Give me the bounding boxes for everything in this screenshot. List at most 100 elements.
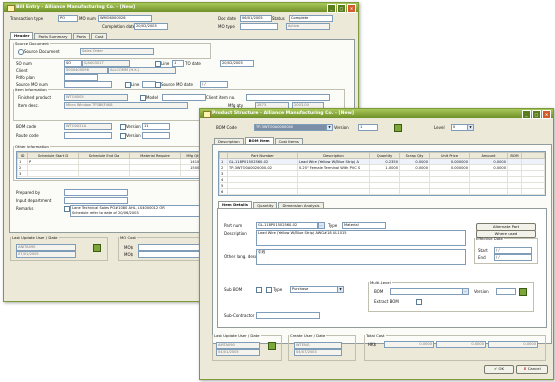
item-desc-field[interactable]: Micro Window TP3BKF4K8	[64, 102, 188, 109]
item-desc-label: Item desc.	[18, 103, 39, 108]
multi-version-field[interactable]	[496, 288, 516, 295]
start-label: Start	[478, 248, 488, 253]
mo-window-titlebar[interactable]: Bill Entry - Alliance Manufacturing Co. …	[4, 3, 358, 13]
to-date-field[interactable]: 20/02/2003	[220, 60, 254, 67]
pdfo-plan-field[interactable]	[64, 74, 98, 81]
so-prefix-field[interactable]: SO	[64, 60, 82, 67]
transaction-type-field[interactable]: PO	[58, 15, 78, 22]
create-date-field[interactable]: 04/07/2003	[294, 349, 342, 356]
table-cell[interactable]	[469, 188, 508, 195]
type-field[interactable]: Material	[342, 222, 386, 229]
refresh-icon[interactable]	[519, 288, 527, 296]
start-date-field[interactable]: / /	[494, 247, 532, 254]
total-cost-field-2[interactable]: 0.0000	[436, 341, 486, 348]
part-num-field[interactable]: GL-118P01502560-02	[256, 222, 318, 229]
chevron-down-icon[interactable]: ▼	[337, 286, 344, 293]
mo-type-field[interactable]	[240, 23, 278, 30]
bom-item-grid[interactable]: Part Number Description Quantity Scrap Q…	[218, 151, 546, 196]
bom-code-field[interactable]: TP-3WTO0A0000000	[254, 124, 328, 131]
remarks-field[interactable]: Lane Technical Sales PO#1080 AHL, LS4000…	[70, 205, 210, 217]
table-cell[interactable]	[27, 170, 79, 177]
total-cost-field-3[interactable]: 0.0000	[488, 341, 538, 348]
table-cell[interactable]	[227, 188, 298, 195]
bom-code-label: BOM code	[16, 124, 37, 129]
remarks-label: Remarks	[16, 206, 34, 211]
ok-button-label: OK	[498, 366, 504, 371]
sub-bom-check[interactable]	[256, 287, 262, 293]
last-update-date-field[interactable]: 04/01/2005	[216, 349, 260, 356]
end-date-field[interactable]: / /	[494, 254, 532, 261]
so-num-field[interactable]: S/A003017	[82, 60, 130, 67]
multi-level-group: Multi-Level	[368, 280, 534, 312]
client-item-field[interactable]	[246, 94, 330, 101]
table-cell[interactable]	[297, 188, 370, 195]
table-cell[interactable]	[429, 188, 470, 195]
table-cell[interactable]	[369, 188, 400, 195]
table-cell[interactable]: 3	[17, 170, 28, 177]
table-row[interactable]: 3 0	[17, 170, 207, 177]
extract-bom-check[interactable]	[416, 299, 422, 305]
table-cell[interactable]	[129, 170, 181, 177]
cancel-button[interactable]: ✘ Cancel	[516, 365, 548, 374]
search-icon[interactable]: …	[462, 288, 469, 295]
table-row[interactable]: 6	[219, 188, 545, 195]
bom-code-field[interactable]: WTO0021A	[64, 123, 112, 130]
last-update-date-field[interactable]: 07/01/2005	[16, 251, 76, 258]
table-cell[interactable]	[78, 170, 130, 177]
last-update-legend: Last Update User / Date	[214, 333, 260, 338]
other-lang-field[interactable]: 引线	[256, 249, 466, 265]
remarks-line-2: Schedule refer to date of 20/06/2003	[72, 211, 139, 215]
route-version-field[interactable]	[142, 132, 170, 139]
table-cell[interactable]	[507, 188, 522, 195]
prepared-by-field[interactable]	[64, 189, 128, 196]
refresh-icon[interactable]	[394, 124, 402, 132]
last-update-user-field[interactable]: ANITA090	[16, 244, 76, 251]
chevron-down-icon[interactable]: ▼	[326, 124, 333, 131]
total-cost-field-1[interactable]: 0.0000	[384, 341, 434, 348]
calendar-icon[interactable]	[93, 244, 101, 252]
so-line-field[interactable]: 1	[172, 60, 184, 67]
sub-type-field[interactable]: Purchase	[290, 286, 338, 293]
table-cell[interactable]: 6	[219, 188, 228, 195]
state-field[interactable]: Active	[286, 23, 330, 30]
chevron-down-icon[interactable]: ▼	[467, 124, 474, 131]
last-update-user-field[interactable]: AMTA090	[216, 342, 260, 349]
create-user-field[interactable]: WTENG	[294, 342, 342, 349]
mo-cost-field-1[interactable]	[138, 244, 200, 251]
description-field[interactable]: Lead Wire (Yellow W/Blue Strip) AWG#18 U…	[256, 230, 466, 246]
so-line-label: Line	[161, 61, 170, 66]
sub-contractor-field[interactable]	[256, 312, 320, 319]
search-icon[interactable]: …	[318, 222, 325, 229]
version-field[interactable]: 1	[358, 124, 378, 131]
type-check[interactable]	[266, 287, 272, 293]
table-cell[interactable]	[399, 188, 430, 195]
maximize-icon[interactable]: □	[337, 4, 346, 13]
client-code-field[interactable]: 5000400096	[64, 67, 108, 74]
finished-product-field[interactable]: WTO0005	[64, 94, 128, 101]
close-icon[interactable]: ×	[542, 110, 551, 119]
bom-code-label: BOM Code	[216, 125, 237, 130]
source-document-select[interactable]: Sales Order	[80, 48, 154, 55]
mo-num-field[interactable]: WMO6000026	[98, 15, 152, 22]
mo-cost-field-2[interactable]	[138, 251, 200, 258]
minimize-icon[interactable]: _	[327, 4, 336, 13]
client-name-field[interactable]: ALLCOMM (H.K.)	[108, 67, 176, 74]
bom-version-field[interactable]: 11	[142, 123, 170, 130]
product-structure-titlebar[interactable]: Product Structure - Alliance Manufacturi…	[200, 109, 553, 119]
status-label: Status	[272, 16, 285, 21]
calendar-icon[interactable]	[268, 342, 276, 350]
minimize-icon[interactable]: _	[522, 110, 531, 119]
doc-date-field[interactable]: 06/01/2005	[240, 15, 272, 22]
ok-button[interactable]: ✔ OK	[484, 365, 514, 374]
close-icon[interactable]: ×	[347, 4, 356, 13]
maximize-icon[interactable]: □	[532, 110, 541, 119]
route-code-field[interactable]	[64, 132, 112, 139]
model-field[interactable]	[162, 94, 206, 101]
item-details-panel: Part num GL-118P01502560-02 … Type Mater…	[217, 208, 547, 328]
input-department-field[interactable]	[64, 197, 128, 204]
completion-date-field[interactable]: 20/02/2003	[134, 23, 168, 30]
other-info-grid[interactable]: ID Schedule Start D Schedule End Da Mate…	[16, 151, 208, 179]
multi-bom-field[interactable]	[390, 288, 464, 295]
multi-bom-label: BOM	[374, 289, 384, 294]
status-field[interactable]: Complete	[289, 15, 333, 22]
